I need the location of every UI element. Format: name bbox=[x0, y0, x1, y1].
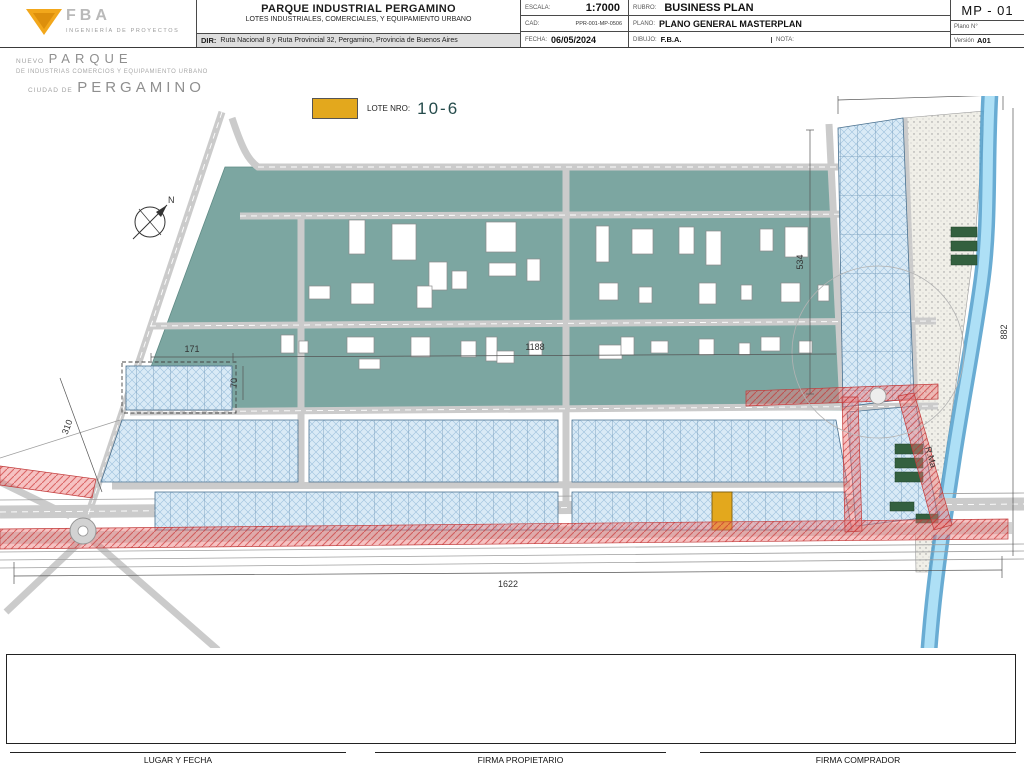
branding-pergamino: PERGAMINO bbox=[77, 79, 205, 97]
lot-color-swatch bbox=[312, 98, 358, 119]
sheet-number-row: Plano N° bbox=[951, 20, 1024, 34]
signature-line-lugar-y-fecha: LUGAR Y FECHA bbox=[10, 752, 346, 765]
branding-ciudad-de: CIUDAD DE bbox=[28, 87, 73, 95]
legend-lot-number: 10-6 bbox=[417, 98, 460, 118]
title-block: FBA INGENIERÍA DE PROYECTOS PARQUE INDUS… bbox=[0, 0, 1024, 48]
mini-roundabout bbox=[869, 387, 887, 405]
project-address-row: DIR: Ruta Nacional 8 y Ruta Provincial 3… bbox=[197, 33, 520, 47]
north-arrow: N bbox=[132, 195, 175, 240]
dir-label: DIR: bbox=[201, 36, 217, 45]
dibujo-value: F.B.A. bbox=[660, 35, 682, 44]
fecha-value: 06/05/2024 bbox=[551, 34, 597, 45]
company-logo: FBA INGENIERÍA DE PROYECTOS bbox=[0, 0, 196, 47]
plano-label: PLANO: bbox=[633, 20, 656, 27]
rubro-label: RUBRO: bbox=[633, 4, 657, 11]
meta-cell: ESCALA: 1:7000 CAD: PPR-001-MP-0506 FECH… bbox=[520, 0, 628, 47]
cad-row: CAD: PPR-001-MP-0506 bbox=[521, 15, 628, 31]
branding-nuevo: NUEVO bbox=[16, 58, 45, 65]
version-value: A01 bbox=[977, 36, 991, 46]
escala-label: ESCALA: bbox=[525, 4, 551, 11]
plano-row: PLANO: PLANO GENERAL MASTERPLAN bbox=[629, 15, 950, 31]
dibujo-label: DIBUJO: bbox=[633, 36, 657, 43]
rubro-row: RUBRO: BUSINESS PLAN bbox=[629, 0, 950, 15]
rubro-value: BUSINESS PLAN bbox=[664, 1, 754, 14]
masterplan-drawing: N 385 534 882 310 171 70 1188 1622 R.Ma bbox=[0, 96, 1024, 648]
sheet-cell: MP - 01 Plano N° Versión A01 bbox=[950, 0, 1024, 47]
legend: LOTE NRO: 10-6 bbox=[312, 98, 459, 119]
roundabout-center bbox=[77, 525, 89, 537]
signature-line-firma-propietario: FIRMA PROPIETARIO bbox=[375, 752, 666, 765]
brand-name: FBA bbox=[66, 7, 111, 24]
dim-310: 310 bbox=[60, 418, 75, 436]
industrial-area bbox=[134, 166, 847, 411]
project-title: PARQUE INDUSTRIAL PERGAMINO bbox=[261, 3, 456, 15]
version-label: Versión bbox=[954, 37, 975, 44]
north-label: N bbox=[168, 195, 175, 205]
fecha-label: FECHA: bbox=[525, 36, 548, 43]
dim-171: 171 bbox=[184, 344, 199, 354]
park-branding: NUEVO PARQUE DE INDUSTRIAS COMERCIOS Y E… bbox=[16, 50, 208, 98]
dibujo-cell: DIBUJO: F.B.A. bbox=[629, 35, 767, 44]
branding-parque: PARQUE bbox=[48, 51, 133, 66]
dim-1188: 1188 bbox=[525, 342, 544, 352]
project-cell: PARQUE INDUSTRIAL PERGAMINO LOTES INDUST… bbox=[196, 0, 520, 47]
dibujo-nota-row: DIBUJO: F.B.A. NOTA: bbox=[629, 31, 950, 47]
fba-logo-icon bbox=[26, 9, 62, 35]
dir-value: Ruta Nacional 8 y Ruta Provincial 32, Pe… bbox=[220, 37, 458, 44]
escala-row: ESCALA: 1:7000 bbox=[521, 0, 628, 15]
sheet-number-label: Plano N° bbox=[954, 24, 978, 31]
cad-value: PPR-001-MP-0506 bbox=[575, 20, 622, 27]
sheet-version-row: Versión A01 bbox=[951, 33, 1024, 48]
cad-label: CAD: bbox=[525, 20, 540, 27]
legend-label: LOTE NRO: bbox=[367, 104, 411, 113]
escala-value: 1:7000 bbox=[585, 1, 620, 14]
signature-box bbox=[6, 654, 1016, 744]
dim-534: 534 bbox=[795, 254, 805, 269]
info-cell: RUBRO: BUSINESS PLAN PLANO: PLANO GENERA… bbox=[628, 0, 950, 47]
plano-value: PLANO GENERAL MASTERPLAN bbox=[659, 18, 802, 29]
signature-label: LUGAR Y FECHA bbox=[143, 755, 213, 765]
signature-label: FIRMA PROPIETARIO bbox=[477, 755, 564, 765]
nota-cell: NOTA: bbox=[771, 36, 950, 43]
sheet-code: MP - 01 bbox=[961, 3, 1014, 18]
nota-label: NOTA: bbox=[776, 36, 794, 43]
dim-1622: 1622 bbox=[498, 579, 518, 589]
dim-70: 70 bbox=[229, 378, 239, 388]
dim-882: 882 bbox=[999, 324, 1009, 339]
signature-line-firma-comprador: FIRMA COMPRADOR bbox=[700, 752, 1016, 765]
branding-line2: DE INDUSTRIAS COMERCIOS Y EQUIPAMIENTO U… bbox=[16, 69, 208, 76]
project-subtitle: LOTES INDUSTRIALES, COMERCIALES, Y EQUIP… bbox=[245, 16, 472, 23]
brand-tagline: INGENIERÍA DE PROYECTOS bbox=[66, 28, 180, 34]
signature-label: FIRMA COMPRADOR bbox=[815, 755, 901, 765]
fecha-row: FECHA: 06/05/2024 bbox=[521, 31, 628, 47]
